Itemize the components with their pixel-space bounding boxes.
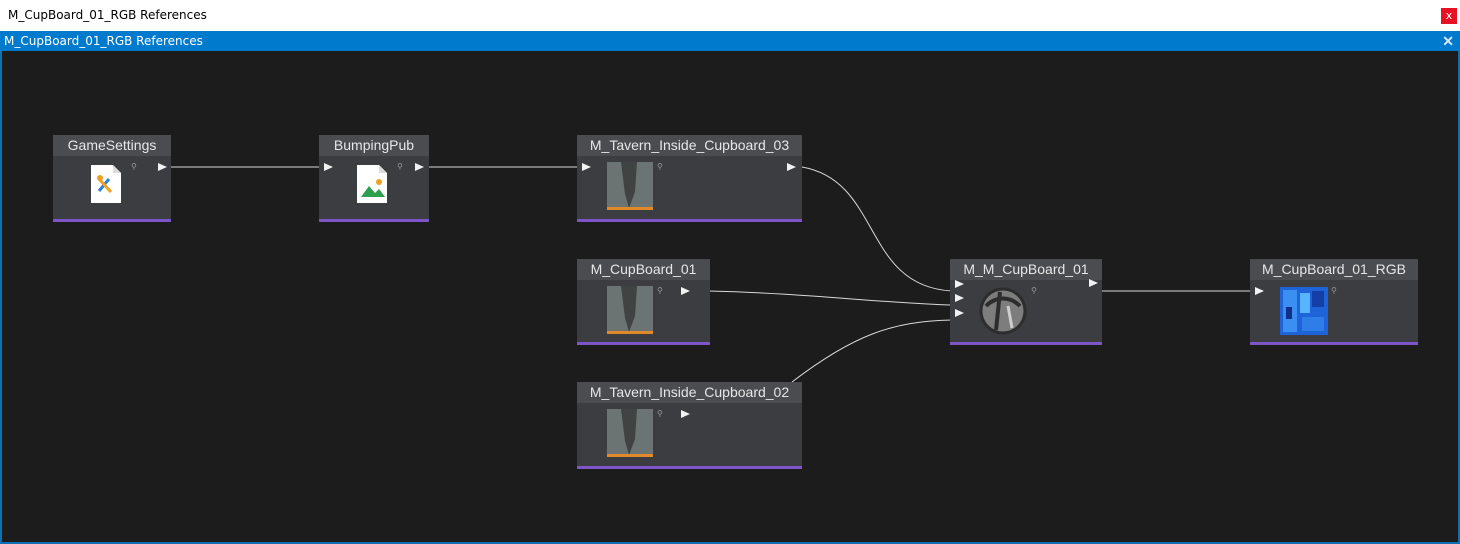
window-close-button[interactable]: x <box>1441 8 1457 24</box>
scene-asset-icon <box>355 164 389 204</box>
wire-tavern02-mm <box>791 319 953 383</box>
node-title: M_CupBoard_01 <box>577 259 710 280</box>
output-port-icon[interactable] <box>415 163 424 171</box>
node-m-m-cupboard-01[interactable]: M_M_CupBoard_01 ⚲ <box>950 259 1102 345</box>
tab-title: M_CupBoard_01_RGB References <box>4 34 203 48</box>
node-bumpingpub[interactable]: BumpingPub ⚲ <box>319 135 429 222</box>
node-title: GameSettings <box>53 135 171 156</box>
node-tavern-cupboard-03[interactable]: M_Tavern_Inside_Cupboard_03 ⚲ <box>577 135 802 222</box>
link-icon: ⚲ <box>397 162 403 171</box>
wire-cupboard01-mm <box>708 290 953 306</box>
link-icon: ⚲ <box>131 162 137 171</box>
output-port-icon[interactable] <box>681 410 690 418</box>
link-icon: ⚲ <box>1331 286 1337 295</box>
output-port-icon[interactable] <box>787 163 796 171</box>
tab-close-icon[interactable]: ✕ <box>1442 32 1454 50</box>
input-port-icon[interactable] <box>1255 287 1264 295</box>
texture-thumbnail <box>1280 287 1328 335</box>
link-icon: ⚲ <box>657 162 663 171</box>
node-title: BumpingPub <box>319 135 429 156</box>
output-port-icon[interactable] <box>158 163 167 171</box>
node-gamesettings[interactable]: GameSettings ⚲ <box>53 135 171 222</box>
node-title: M_M_CupBoard_01 <box>950 259 1102 280</box>
material-thumbnail <box>607 409 653 457</box>
input-port-icon[interactable] <box>955 309 964 317</box>
document-tab[interactable]: M_CupBoard_01_RGB References ✕ <box>0 31 1460 51</box>
settings-asset-icon <box>89 164 123 204</box>
node-title: M_CupBoard_01_RGB <box>1250 259 1418 280</box>
node-title: M_Tavern_Inside_Cupboard_03 <box>577 135 802 156</box>
node-tavern-cupboard-02[interactable]: M_Tavern_Inside_Cupboard_02 ⚲ <box>577 382 802 469</box>
node-cupboard-01-rgb[interactable]: M_CupBoard_01_RGB ⚲ <box>1250 259 1418 345</box>
input-port-icon[interactable] <box>955 294 964 302</box>
link-icon: ⚲ <box>657 286 663 295</box>
input-port-icon[interactable] <box>582 163 591 171</box>
link-icon: ⚲ <box>657 409 663 418</box>
reference-graph-canvas[interactable]: GameSettings ⚲ BumpingPub ⚲ M_Tavern_Ins… <box>0 51 1460 544</box>
node-title: M_Tavern_Inside_Cupboard_02 <box>577 382 802 403</box>
material-sphere-thumbnail <box>978 286 1028 336</box>
window-titlebar: M_CupBoard_01_RGB References x <box>0 0 1460 31</box>
output-port-icon[interactable] <box>681 287 690 295</box>
material-thumbnail <box>607 162 653 210</box>
material-thumbnail <box>607 286 653 334</box>
input-port-icon[interactable] <box>324 163 333 171</box>
wire-tavern03-mm <box>801 166 953 292</box>
node-cupboard-01[interactable]: M_CupBoard_01 ⚲ <box>577 259 710 345</box>
input-port-icon[interactable] <box>955 280 964 288</box>
link-icon: ⚲ <box>1031 286 1037 295</box>
output-port-icon[interactable] <box>1089 279 1098 287</box>
window-title: M_CupBoard_01_RGB References <box>8 8 207 22</box>
